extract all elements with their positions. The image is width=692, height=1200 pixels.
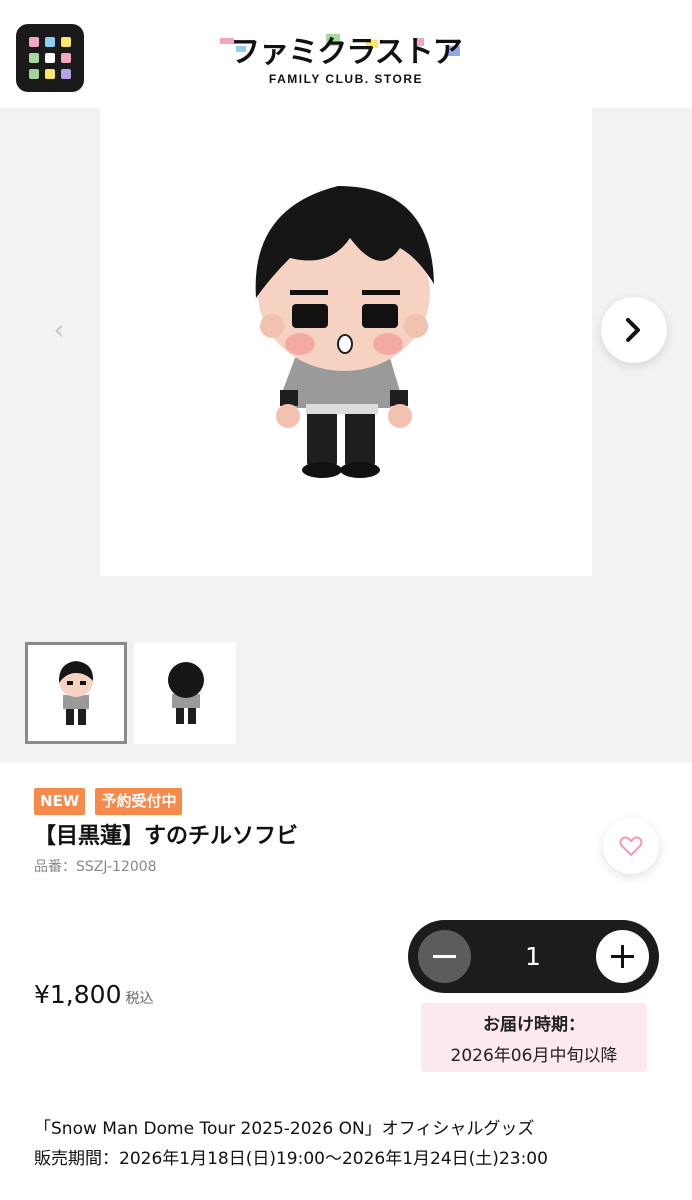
chevron-right-icon	[626, 318, 640, 342]
logo-subtext: FAMILY CLUB. STORE	[268, 72, 424, 86]
quantity-stepper[interactable]: 1	[408, 920, 659, 993]
price-value: ¥1,800	[34, 980, 122, 1009]
decrease-quantity-button[interactable]	[418, 930, 471, 983]
product-main-image[interactable]	[100, 108, 592, 576]
product-price: ¥1,800 税込	[34, 980, 153, 1009]
product-title: 【目黒蓮】すのチルソフビ	[34, 824, 299, 849]
product-description: 「Snow Man Dome Tour 2025-2026 ON」オフィシャルグ…	[34, 1114, 548, 1174]
delivery-info: お届け時期： 2026年06月中旬以降	[421, 1003, 647, 1072]
product-sku: 品番：SSZJ-12008	[34, 859, 157, 875]
tax-label: 税込	[125, 991, 154, 1007]
next-image-button[interactable]	[601, 297, 667, 363]
plus-icon	[611, 945, 634, 968]
app-grid-icon[interactable]	[16, 24, 84, 92]
product-gallery: ‹	[0, 108, 692, 763]
chevron-left-icon[interactable]: ‹	[46, 313, 72, 347]
new-badge: NEW	[34, 788, 86, 815]
badge-group: NEW 予約受付中	[34, 788, 187, 815]
thumbnail-front[interactable]	[25, 642, 127, 744]
favorite-button[interactable]	[603, 818, 659, 874]
minus-icon	[433, 955, 456, 958]
heart-icon	[619, 836, 643, 857]
description-line-2: 販売期間：2026年1月18日(日)19:00〜2026年1月24日(土)23:…	[34, 1149, 548, 1169]
increase-quantity-button[interactable]	[596, 930, 649, 983]
preorder-badge: 予約受付中	[95, 788, 183, 815]
thumbnail-figure-front	[58, 661, 94, 725]
quantity-value: 1	[525, 942, 541, 971]
thumbnail-back[interactable]	[134, 642, 236, 744]
logo-text: ファミクラストア	[230, 35, 461, 70]
thumbnail-figure-back	[168, 662, 204, 724]
delivery-label: お届け時期：	[483, 1015, 585, 1035]
figure-illustration	[255, 186, 434, 478]
header: ファミクラストア FAMILY CLUB. STORE	[0, 0, 692, 108]
description-line-1: 「Snow Man Dome Tour 2025-2026 ON」オフィシャルグ…	[34, 1119, 535, 1139]
delivery-date: 2026年06月中旬以降	[450, 1046, 618, 1066]
